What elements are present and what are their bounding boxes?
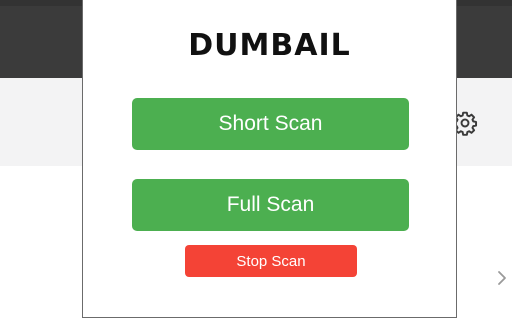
app-logo: DUMBAIL xyxy=(188,28,351,63)
short-scan-button[interactable]: Short Scan xyxy=(132,98,409,150)
extension-popup: DUMBAIL Short Scan Full Scan Stop Scan xyxy=(82,0,457,318)
browser-window: DUMBAIL Short Scan Full Scan Stop Scan xyxy=(0,0,512,320)
full-scan-button[interactable]: Full Scan xyxy=(132,179,409,231)
stop-scan-button[interactable]: Stop Scan xyxy=(185,245,357,277)
chevron-right-icon[interactable] xyxy=(496,268,508,288)
